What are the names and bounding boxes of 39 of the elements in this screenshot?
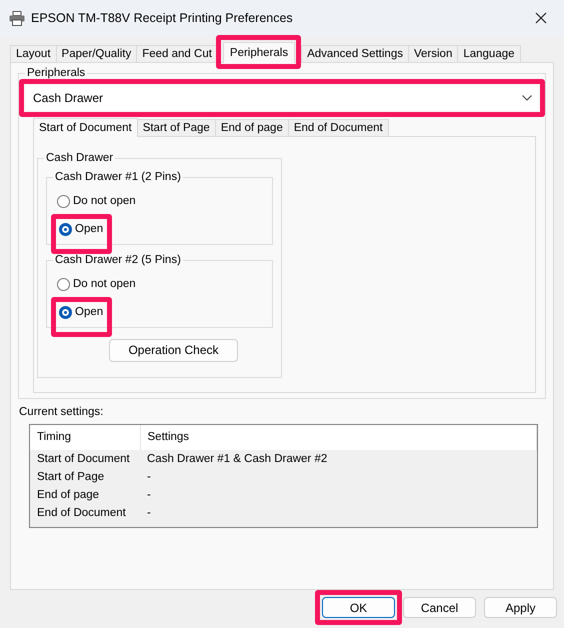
tab[interactable]: End of Document — [288, 119, 389, 136]
radio-button[interactable] — [57, 278, 70, 291]
tab[interactable]: End of page — [214, 119, 289, 136]
radio-button[interactable] — [57, 195, 70, 208]
table-cell-text: End of page — [36, 488, 100, 503]
tab[interactable]: Language — [457, 45, 521, 62]
column-header: Settings — [140, 425, 536, 450]
table-cell-text: - — [146, 470, 152, 485]
tab[interactable]: Start of Document — [33, 118, 138, 137]
window-title: EPSON TM-T88V Receipt Printing Preferences — [31, 10, 294, 27]
tab[interactable]: Layout — [10, 45, 57, 62]
tab[interactable]: Peripherals — [222, 42, 296, 63]
tab[interactable]: Advanced Settings — [301, 45, 409, 62]
chevron-down-icon — [522, 95, 532, 101]
dialog-button[interactable]: Apply — [484, 597, 557, 618]
device-dropdown[interactable]: Cash Drawer — [26, 86, 538, 110]
table-cell-text: Start of Page — [36, 470, 106, 485]
dialog-button[interactable]: Cancel — [403, 597, 476, 618]
printer-icon — [9, 10, 25, 26]
tab[interactable]: Paper/Quality — [56, 45, 138, 62]
operation-check-button[interactable]: Operation Check — [109, 338, 238, 362]
section-label: Current settings: — [19, 405, 104, 419]
group-label: Cash Drawer #1 (2 Pins) — [53, 170, 183, 185]
radio-option[interactable]: Do not open — [55, 275, 139, 294]
radio-button[interactable] — [59, 306, 72, 319]
table-cell-text: - — [146, 506, 152, 521]
table-cell-text: - — [146, 488, 152, 503]
radio-option[interactable]: Do not open — [55, 192, 139, 211]
table-cell: Start of Document — [30, 450, 140, 468]
radio-button[interactable] — [59, 223, 72, 236]
tab[interactable]: Start of Page — [136, 119, 216, 136]
dialog-button[interactable]: OK — [322, 597, 395, 618]
close-icon — [535, 12, 547, 24]
table-cell: Cash Drawer #1 & Cash Drawer #2 — [140, 450, 536, 468]
group-label: Cash Drawer #2 (5 Pins) — [53, 253, 183, 268]
table-cell-text: End of Document — [36, 506, 127, 521]
radio-option[interactable]: Open — [57, 220, 106, 239]
column-header: Timing — [30, 425, 140, 450]
radio-option[interactable]: Open — [57, 303, 106, 322]
